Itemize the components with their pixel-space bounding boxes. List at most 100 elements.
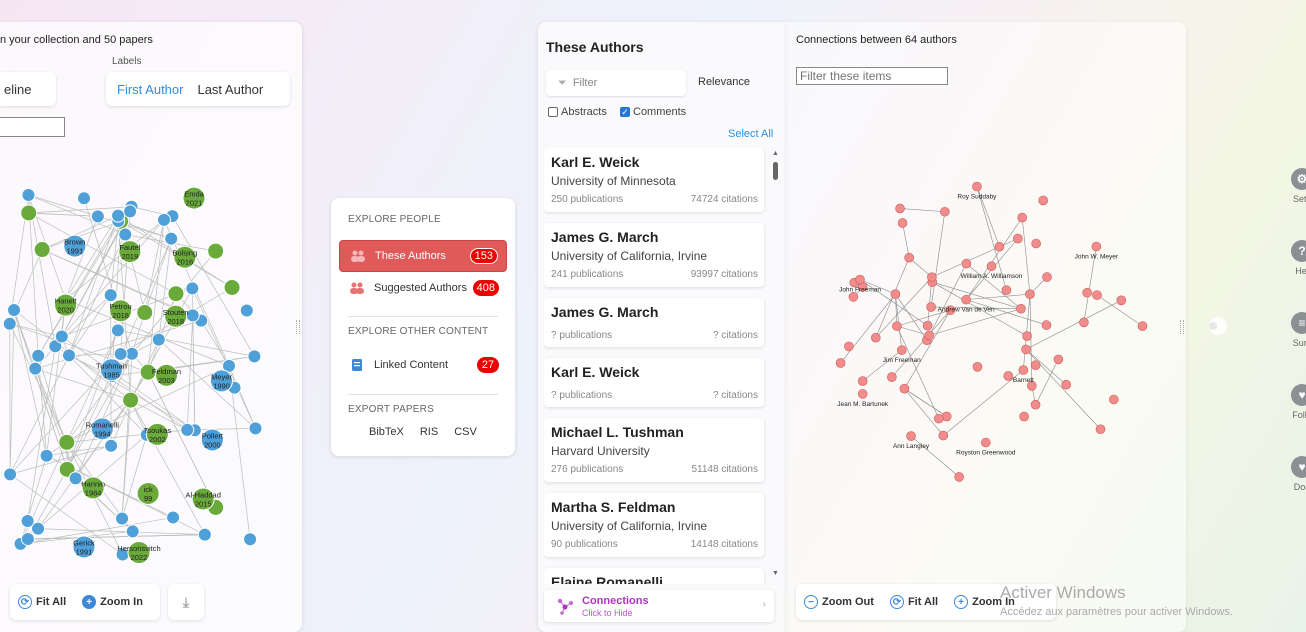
graph-node[interactable] [1092, 290, 1102, 300]
last-author-option[interactable]: Last Author [190, 76, 270, 103]
items-filter-input[interactable] [796, 67, 948, 85]
sidebar-item-follow[interactable]: ♥ Follo [1282, 384, 1306, 420]
sidebar-item-survey[interactable]: ≡ Surv [1282, 312, 1306, 348]
author-card[interactable]: Martha S. Feldman University of Californ… [544, 493, 764, 557]
graph-node[interactable] [207, 242, 225, 260]
graph-node[interactable] [151, 332, 166, 347]
graph-node[interactable] [1021, 344, 1031, 355]
author-card[interactable]: Karl E. Weick ? publications ? citations [544, 358, 764, 407]
graph-node[interactable] [890, 289, 901, 299]
graph-node[interactable] [938, 430, 949, 441]
sidebar-item-donate[interactable]: ♥ Don [1282, 456, 1306, 492]
graph-node[interactable] [115, 511, 130, 526]
resize-handle[interactable] [296, 320, 300, 334]
graph-node[interactable] [1042, 272, 1052, 282]
graph-node[interactable] [20, 531, 35, 546]
fit-all-button[interactable]: ⟳ Fit All [882, 595, 946, 609]
graph-node[interactable] [118, 227, 133, 242]
graph-node[interactable] [164, 231, 179, 246]
graph-node[interactable] [125, 524, 140, 539]
select-all-link[interactable]: Select All [728, 128, 773, 140]
graph-node[interactable] [1016, 303, 1026, 314]
graph-node[interactable] [61, 348, 76, 363]
graph-node[interactable] [223, 278, 241, 296]
graph-node[interactable] [922, 320, 933, 331]
graph-node[interactable] [58, 433, 76, 451]
author-card[interactable]: James G. March University of California,… [544, 223, 764, 287]
graph-node[interactable] [906, 431, 916, 441]
graph-node[interactable] [123, 204, 138, 219]
graph-node[interactable] [954, 472, 964, 482]
graph-node[interactable] [33, 241, 51, 259]
graph-node[interactable] [1041, 320, 1052, 330]
graph-node[interactable] [28, 361, 43, 376]
graph-node[interactable] [39, 448, 54, 463]
graph-node[interactable] [848, 292, 859, 302]
graph-node[interactable] [1108, 394, 1119, 405]
graph-node[interactable] [961, 294, 971, 305]
graph-node[interactable] [857, 376, 868, 386]
sort-select[interactable]: Relevance [698, 76, 750, 88]
graph-node[interactable] [1030, 399, 1041, 410]
comments-checkbox[interactable]: ✓ Comments [620, 106, 686, 118]
graph-node[interactable] [68, 471, 83, 486]
download-button[interactable]: ⤓ [168, 584, 204, 620]
graph-node[interactable] [1031, 238, 1041, 249]
graph-node[interactable] [54, 329, 69, 344]
graph-node[interactable] [897, 218, 908, 228]
scroll-up-icon[interactable]: ▲ [772, 150, 779, 157]
author-card[interactable]: Elaine Romanelli [544, 568, 764, 584]
authors-filter-input[interactable]: ⏷ Filter [546, 70, 686, 96]
graph-node[interactable] [2, 316, 17, 331]
graph-node[interactable] [1137, 321, 1148, 331]
graph-node[interactable] [892, 321, 902, 331]
graph-node[interactable] [180, 422, 195, 437]
graph-node[interactable] [185, 281, 200, 296]
graph-node[interactable] [896, 345, 907, 355]
graph-node[interactable] [167, 285, 185, 303]
graph-node[interactable] [1030, 360, 1041, 370]
graph-node[interactable] [1053, 354, 1064, 365]
graph-node[interactable] [243, 532, 258, 547]
graph-node[interactable] [111, 208, 126, 223]
zoom-in-button[interactable]: + Zoom In [74, 595, 151, 609]
graph-node[interactable] [844, 341, 854, 352]
graph-node[interactable] [110, 323, 125, 338]
zoom-out-button[interactable]: − Zoom Out [796, 595, 882, 609]
graph-node[interactable] [972, 362, 983, 372]
resize-handle[interactable] [1180, 320, 1184, 334]
graph-node[interactable] [247, 349, 262, 364]
scroll-thumb[interactable] [773, 162, 778, 180]
author-card[interactable]: Karl E. Weick University of Minnesota 25… [544, 148, 764, 212]
author-network-graph[interactable]: John W. Meyer Roy Suddaby Andrew Van de Ve… [786, 162, 1186, 542]
graph-node[interactable] [924, 330, 935, 341]
graph-node[interactable] [926, 302, 936, 312]
graph-node[interactable] [1095, 424, 1106, 435]
first-author-option[interactable]: First Author [110, 76, 190, 103]
graph-node[interactable] [981, 437, 991, 448]
graph-node[interactable] [904, 252, 914, 263]
connections-toggle[interactable]: Connections Click to Hide › [544, 590, 774, 622]
graph-node[interactable] [934, 413, 944, 424]
graph-node[interactable] [197, 527, 212, 542]
graph-node[interactable] [855, 274, 865, 285]
graph-node[interactable] [1082, 287, 1092, 298]
graph-node[interactable] [895, 203, 905, 214]
graph-node[interactable] [1116, 295, 1127, 306]
graph-node[interactable] [961, 258, 972, 269]
graph-node[interactable] [113, 346, 128, 361]
left-filter-input[interactable] [0, 117, 65, 137]
graph-node[interactable] [1018, 365, 1029, 375]
graph-node[interactable] [986, 261, 997, 272]
graph-node[interactable] [1017, 212, 1027, 223]
sidebar-item-settings[interactable]: ⚙ Setti [1282, 168, 1306, 204]
graph-node[interactable] [1038, 195, 1049, 206]
abstracts-checkbox[interactable]: Abstracts [548, 106, 607, 118]
panel-toggle-icon[interactable] [1205, 315, 1231, 337]
graph-node[interactable] [7, 302, 22, 317]
sidebar-item-help[interactable]: ? Hel [1282, 240, 1306, 276]
timeline-button[interactable]: eline [0, 72, 56, 106]
fit-all-button[interactable]: ⟳ Fit All [10, 595, 74, 609]
export-ris-link[interactable]: RIS [420, 426, 438, 438]
graph-node[interactable] [1003, 371, 1014, 381]
